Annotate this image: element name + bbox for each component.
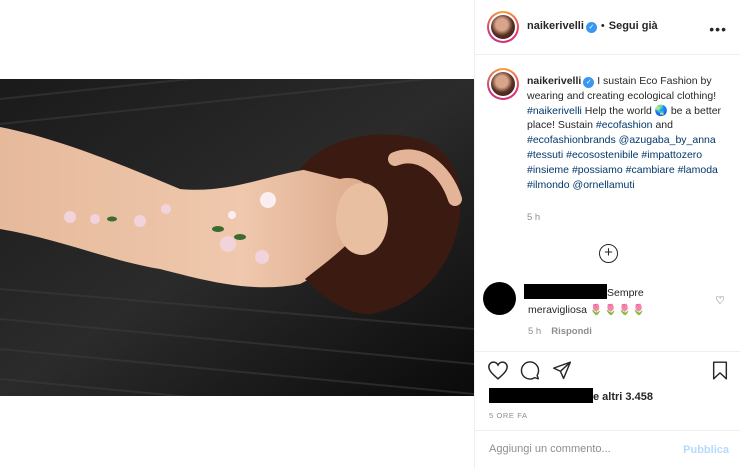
comment-icon[interactable] xyxy=(520,361,540,380)
post-timestamp[interactable]: 5 ORE FA xyxy=(489,411,528,420)
header-user-line: naikerivelli ✓ • Segui già xyxy=(527,20,658,33)
post-photo[interactable] xyxy=(0,79,474,396)
publish-button[interactable]: Pubblica xyxy=(683,444,729,456)
tulip-emojis: 🌷🌷🌷🌷 xyxy=(589,304,647,316)
follow-button[interactable]: Segui già xyxy=(609,20,658,32)
heart-icon[interactable] xyxy=(488,361,508,380)
comment-time: 5 h xyxy=(528,326,542,337)
caption-username[interactable]: naikerivelli xyxy=(527,75,581,87)
likes-text: e altri 3.458 xyxy=(593,391,653,403)
commenter-avatar[interactable] xyxy=(483,282,516,315)
caption-and: and xyxy=(655,119,673,132)
action-bar xyxy=(475,351,740,387)
heart-icon[interactable]: ♡ xyxy=(715,294,725,307)
bookmark-icon[interactable] xyxy=(711,361,729,380)
author-avatar[interactable] xyxy=(487,11,519,43)
comment-text-2: meravigliosa 🌷🌷🌷🌷 xyxy=(528,303,646,316)
post-media-pane xyxy=(0,0,474,469)
add-comment-bar: Pubblica xyxy=(475,430,740,469)
hashtag-link[interactable]: #ecosostenibile xyxy=(566,149,638,161)
redacted-username xyxy=(524,284,607,299)
hashtag-link[interactable]: #cambiare xyxy=(626,164,675,176)
hashtag-link[interactable]: #possiamo xyxy=(572,164,623,176)
hashtag-link[interactable]: #insieme xyxy=(527,164,569,176)
hashtag-link[interactable]: #ilmondo xyxy=(527,179,570,191)
post-header: naikerivelli ✓ • Segui già ••• xyxy=(475,0,740,55)
redacted-liker xyxy=(489,388,593,403)
separator-dot: • xyxy=(600,20,605,32)
author-username[interactable]: naikerivelli xyxy=(527,20,584,32)
comment-meta: 5 h Rispondi xyxy=(528,326,592,337)
hashtag-link[interactable]: #ecofashionbrands xyxy=(527,134,616,146)
comment-word: meravigliosa xyxy=(528,304,587,316)
verified-icon: ✓ xyxy=(583,77,595,88)
comment-text-1: Sempre xyxy=(607,287,644,299)
mention-link[interactable]: @ornellamuti xyxy=(573,179,635,191)
globe-emoji: 🌏 xyxy=(654,104,668,117)
verified-icon: ✓ xyxy=(585,22,597,33)
plus-circle-icon[interactable]: + xyxy=(599,244,618,263)
comment-input[interactable] xyxy=(489,443,669,455)
caption-time: 5 h xyxy=(527,212,541,223)
share-icon[interactable] xyxy=(552,361,572,380)
hashtag-link[interactable]: #impattozero xyxy=(641,149,702,161)
hashtag-link[interactable]: #ecofashion xyxy=(596,119,653,131)
reply-button[interactable]: Rispondi xyxy=(551,326,592,337)
hashtag-link[interactable]: #lamoda xyxy=(678,164,718,176)
likes-count[interactable]: e altri 3.458 xyxy=(489,388,653,403)
caption-text: naikerivelli ✓ I sustain Eco Fashion by w… xyxy=(527,74,732,192)
post-sidebar: naikerivelli ✓ • Segui già ••• naikerivelli… xyxy=(474,0,740,469)
caption-mid: Help the world xyxy=(584,104,652,117)
more-icon[interactable]: ••• xyxy=(709,21,727,37)
caption-avatar[interactable] xyxy=(487,68,519,100)
hashtag-link[interactable]: #tessuti xyxy=(527,149,563,161)
mention-link[interactable]: @azugaba_by_anna xyxy=(619,134,716,146)
hashtag-link[interactable]: #naikerivelli xyxy=(527,105,582,117)
